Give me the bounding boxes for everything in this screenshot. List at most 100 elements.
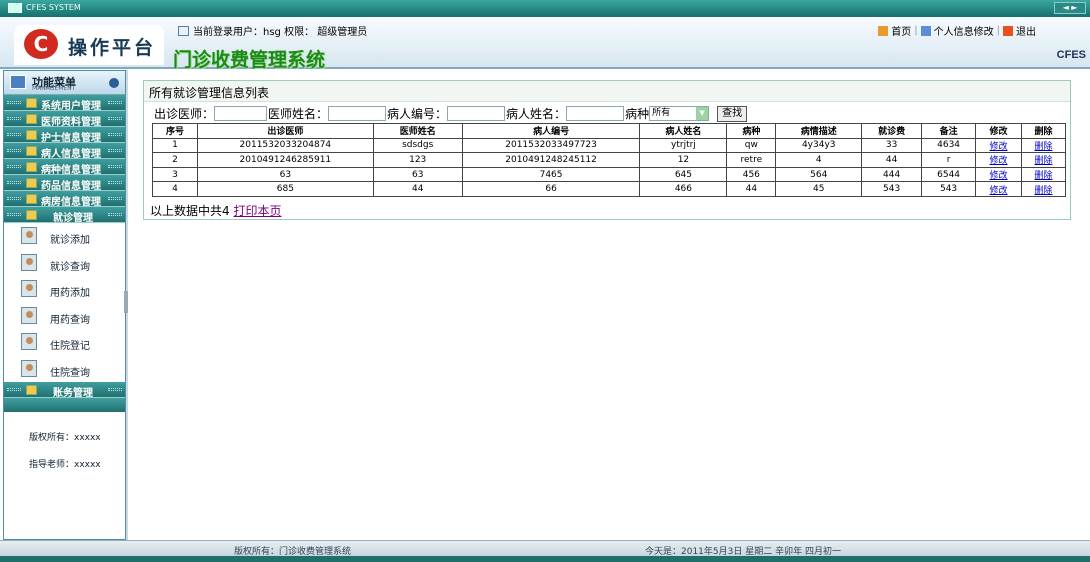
window-icon: [8, 3, 22, 13]
column-header: 病情描述: [775, 123, 863, 139]
patient-no-label: 病人编号：: [387, 107, 448, 121]
sub-item-drug-query[interactable]: 用药查询: [4, 303, 125, 330]
patient-name-input[interactable]: [566, 106, 625, 121]
column-header: 出诊医师: [196, 123, 374, 139]
table-cell: 66: [461, 181, 641, 197]
table-cell: 12: [639, 152, 728, 168]
collapse-toggle-icon[interactable]: [109, 78, 119, 88]
window-titlebar: CFES SYSTEM ◄ ►: [0, 0, 1090, 17]
delete-link[interactable]: 删除: [1034, 142, 1052, 152]
table-cell: 修改: [975, 137, 1022, 154]
profile-link[interactable]: 个人信息修改: [934, 23, 994, 38]
table-cell: 2010491248245112: [461, 152, 641, 168]
edit-link[interactable]: 修改: [990, 156, 1008, 166]
column-header: 修改: [975, 123, 1022, 139]
person-icon: [21, 306, 37, 324]
table-cell: sdsdgs: [372, 137, 463, 154]
folder-icon: [26, 385, 37, 395]
table-cell: 6544: [921, 166, 977, 183]
logo: C 操作平台: [14, 25, 164, 65]
window-bottom-border: [0, 556, 1090, 562]
sidebar: 功能菜单 MANAGEMENT 系统用户管理 医师资料管理 护士信息管理 病人信…: [3, 70, 126, 540]
top-links: 首页 | 个人信息修改 | 退出: [878, 23, 1036, 38]
menu-subtitle: MANAGEMENT: [32, 85, 76, 92]
column-header: 备注: [921, 123, 977, 139]
table-cell: 2010491246285911: [196, 152, 374, 168]
folder-icon: [26, 98, 37, 108]
sidebar-item-system-users[interactable]: 系统用户管理: [4, 95, 125, 112]
table-footer: 以上数据中共4 打印本页: [150, 202, 281, 219]
visits-table: 序号 出诊医师 医师姓名 病人编号 病人姓名 病种 病情描述 就诊费 备注 修改 删除 1 20115…: [152, 123, 1067, 197]
table-cell: 456: [726, 166, 777, 183]
column-header: 病人编号: [461, 123, 641, 139]
search-bar: 出诊医师： 医师姓名： 病人编号： 病人姓名： 病种 所有 ▼ 查找: [154, 105, 748, 122]
folder-icon: [26, 162, 37, 172]
sidebar-copyright: 版权所有：xxxxx: [29, 433, 101, 443]
table-cell: 4: [775, 152, 863, 168]
table-cell: 4: [152, 181, 198, 197]
sidebar-item-drugs[interactable]: 药品信息管理: [4, 175, 125, 192]
table-row: 1 2011532033204874 sdsdgs 2011532033497723 y…: [152, 137, 1067, 154]
delete-link[interactable]: 删除: [1034, 171, 1052, 181]
delete-link[interactable]: 删除: [1034, 186, 1052, 196]
table-cell: 修改: [975, 181, 1022, 197]
bank-logo-icon: C: [24, 29, 58, 59]
window-controls[interactable]: ◄ ►: [1054, 2, 1086, 14]
sidebar-item-visits[interactable]: 就诊管理: [4, 207, 125, 224]
logout-link[interactable]: 退出: [1016, 23, 1036, 38]
table-row: 3 63 63 7465 645 456 564 444 6544 修改 删除: [152, 166, 1067, 183]
table-row: 4 685 44 66 466 44 45 543 543 修改 删除: [152, 181, 1067, 197]
user-label: 当前登录用户：hsg 权限： 超级管理员: [193, 27, 368, 38]
table-cell: 2011532033497723: [461, 137, 641, 154]
sidebar-item-patients[interactable]: 病人信息管理: [4, 143, 125, 160]
table-cell: 63: [372, 166, 463, 183]
system-title: 门诊收费管理系统: [173, 49, 326, 71]
sub-item-hospital-register[interactable]: 住院登记: [4, 329, 125, 356]
edit-link[interactable]: 修改: [990, 171, 1008, 181]
table-cell: 2011532033204874: [196, 137, 374, 154]
sidebar-item-doctors[interactable]: 医师资料管理: [4, 111, 125, 128]
sub-item-drug-add[interactable]: 用药添加: [4, 276, 125, 303]
sub-item-visit-query[interactable]: 就诊查询: [4, 250, 125, 277]
disease-label: 病种: [625, 107, 650, 121]
sidebar-teacher: 指导老师：xxxxx: [29, 460, 101, 470]
home-link[interactable]: 首页: [891, 23, 911, 38]
sidebar-footer-bar: [4, 398, 125, 412]
person-icon: [21, 227, 37, 244]
patient-no-input[interactable]: [447, 106, 506, 121]
splitter-handle[interactable]: [124, 291, 128, 313]
table-cell: 45: [775, 181, 863, 197]
edit-link[interactable]: 修改: [990, 186, 1008, 196]
folder-icon: [26, 178, 37, 188]
search-button[interactable]: 查找: [717, 105, 748, 122]
doctor-name-input[interactable]: [328, 106, 387, 121]
table-cell: 543: [921, 181, 977, 197]
patient-name-label: 病人姓名：: [506, 107, 567, 121]
window-title: CFES SYSTEM: [26, 3, 81, 12]
sidebar-item-nurses[interactable]: 护士信息管理: [4, 127, 125, 144]
sidebar-item-accounts[interactable]: 账务管理: [4, 382, 125, 399]
person-icon: [21, 280, 37, 297]
doctor-name-label: 医师姓名：: [268, 107, 329, 121]
table-cell: 543: [861, 181, 923, 197]
record-count: 以上数据中共4: [150, 204, 230, 218]
folder-icon: [26, 114, 37, 124]
sidebar-item-wards[interactable]: 病房信息管理: [4, 191, 125, 208]
print-link[interactable]: 打印本页: [233, 204, 281, 218]
table-cell: ytrjtrj: [639, 137, 728, 154]
delete-link[interactable]: 删除: [1034, 156, 1052, 166]
table-cell: 564: [775, 166, 863, 183]
table-header-row: 序号 出诊医师 医师姓名 病人编号 病人姓名 病种 病情描述 就诊费 备注 修改 删除: [152, 123, 1067, 139]
menu-icon: [10, 75, 26, 89]
table-cell: 63: [196, 166, 374, 183]
disease-select[interactable]: 所有 ▼: [649, 106, 710, 121]
doctor-out-input[interactable]: [214, 106, 268, 121]
column-header: 病人姓名: [639, 123, 728, 139]
table-cell: 444: [861, 166, 923, 183]
sub-item-visit-add[interactable]: 就诊添加: [4, 223, 125, 250]
logo-text: 操作平台: [68, 37, 157, 59]
sidebar-item-diseases[interactable]: 病种信息管理: [4, 159, 125, 176]
edit-link[interactable]: 修改: [990, 142, 1008, 152]
sub-item-hospital-query[interactable]: 住院查询: [4, 356, 125, 383]
column-header: 病种: [726, 123, 777, 139]
